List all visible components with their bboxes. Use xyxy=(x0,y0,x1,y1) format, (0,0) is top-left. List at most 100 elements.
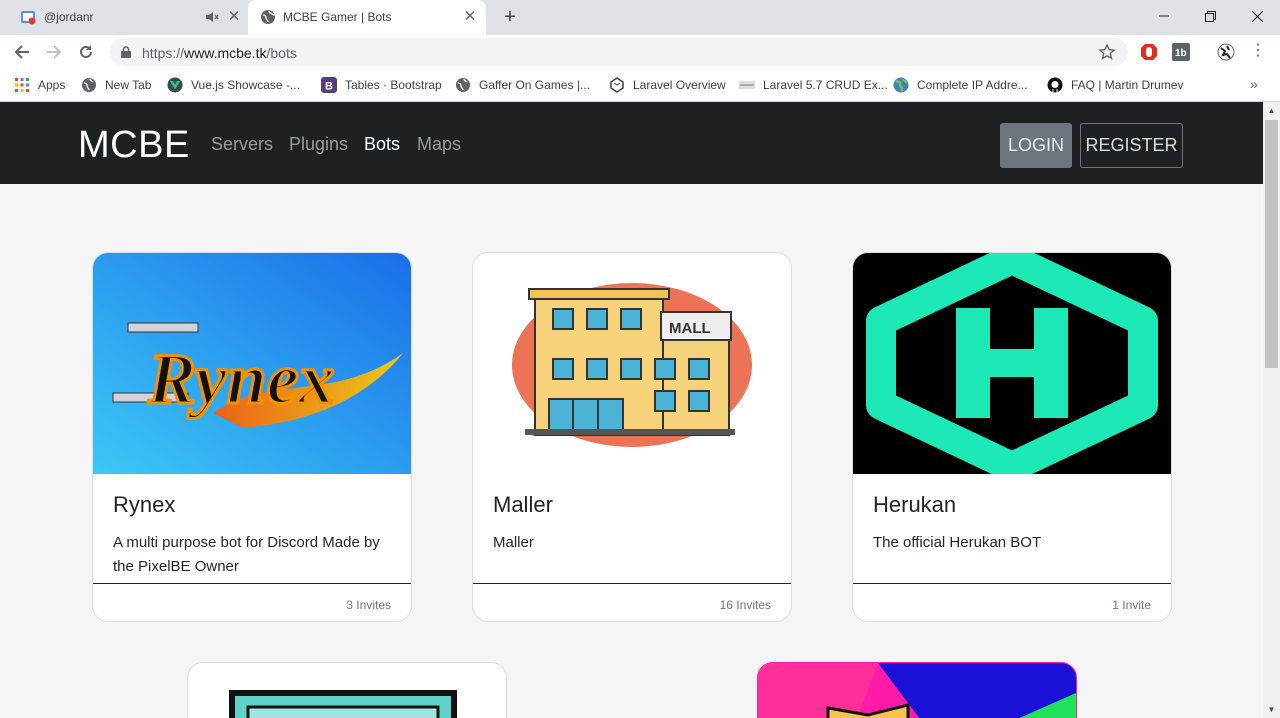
invite-count: 3 Invites xyxy=(346,598,391,612)
mall-sign-text: MALL xyxy=(669,320,711,337)
bot-image-rynex: Rynex xyxy=(93,253,411,474)
register-button[interactable]: REGISTER xyxy=(1080,123,1183,168)
nav-link-plugins[interactable]: Plugins xyxy=(289,134,348,155)
globe-icon xyxy=(261,10,276,24)
scroll-down-arrow-icon[interactable]: ▼ xyxy=(1267,705,1276,714)
more-bookmarks-chevron-icon[interactable]: » xyxy=(1250,76,1258,92)
bootstrap-icon: B xyxy=(321,77,337,93)
bookmark-label: Laravel 5.7 CRUD Ex... xyxy=(763,78,888,92)
bookmark-complete-ip[interactable]: Complete IP Addre... xyxy=(893,77,1028,93)
nav-link-bots[interactable]: Bots xyxy=(364,134,400,155)
bookmark-label: Tables · Bootstrap xyxy=(345,78,442,92)
adblock-icon[interactable] xyxy=(1140,43,1158,61)
bot-name[interactable]: Maller xyxy=(493,492,553,518)
bookmark-laravel-overview[interactable]: Laravel Overview xyxy=(609,77,726,93)
restore-button[interactable] xyxy=(1187,0,1233,32)
svg-text:B: B xyxy=(325,81,333,93)
bookmark-label: FAQ | Martin Drumev xyxy=(1071,78,1184,92)
bot-name[interactable]: Rynex xyxy=(113,492,175,518)
bot-card-herukan[interactable]: Herukan The official Herukan BOT 1 Invit… xyxy=(852,252,1172,622)
earth-icon xyxy=(893,77,909,93)
bookmark-label: Laravel Overview xyxy=(633,78,726,92)
kebab-menu-icon[interactable]: ⋮ xyxy=(1250,43,1266,61)
scroll-up-arrow-icon[interactable]: ▲ xyxy=(1267,106,1276,115)
bookmarks-bar: Apps New Tab Vue.js Showcase -... B Tabl… xyxy=(0,69,1280,102)
globe-icon xyxy=(82,78,96,92)
bot-image-herukan xyxy=(853,253,1171,474)
forward-button[interactable] xyxy=(42,40,66,64)
new-tab-button[interactable]: + xyxy=(499,6,521,28)
close-icon xyxy=(1251,10,1263,22)
nav-link-maps[interactable]: Maps xyxy=(417,134,461,155)
bookmark-vue-showcase[interactable]: Vue.js Showcase -... xyxy=(167,77,300,93)
minimize-button[interactable] xyxy=(1141,0,1187,32)
bookmark-star-icon[interactable] xyxy=(1098,43,1116,61)
close-window-button[interactable] xyxy=(1234,0,1280,32)
page-viewport: MCBE Servers Plugins Bots Maps LOGIN REG… xyxy=(0,102,1263,718)
extension-1b-icon[interactable]: 1b xyxy=(1172,43,1190,61)
browser-toolbar: https://www.mcbe.tk/bots 1b ⋮ xyxy=(0,35,1280,69)
bookmark-laravel-crud[interactable]: Laravel 5.7 CRUD Ex... xyxy=(739,77,888,93)
github-icon xyxy=(1047,77,1063,93)
bot-name[interactable]: Herukan xyxy=(873,492,956,518)
bookmark-gaffer-on-games[interactable]: Gaffer On Games |... xyxy=(455,77,590,93)
tab-title: @jordanr xyxy=(44,10,94,24)
site-icon xyxy=(739,81,755,89)
card-footer: 1 Invite xyxy=(853,583,1171,621)
scrollbar-thumb[interactable] xyxy=(1265,120,1278,368)
bot-description: The official Herukan BOT xyxy=(873,534,1042,551)
close-icon[interactable]: ✕ xyxy=(462,9,478,25)
bookmark-faq-martin[interactable]: FAQ | Martin Drumev xyxy=(1047,77,1183,93)
close-icon[interactable]: ✕ xyxy=(226,9,242,25)
mall-building-image: MALL xyxy=(473,253,791,474)
svg-text:1b: 1b xyxy=(1175,48,1187,59)
lock-icon xyxy=(121,46,131,58)
rynex-logo-image: Rynex xyxy=(93,253,411,474)
profile-avatar-icon[interactable] xyxy=(1217,43,1235,61)
invite-count: 1 Invite xyxy=(1112,598,1151,612)
bookmark-apps[interactable]: Apps xyxy=(14,77,65,93)
youtube-live-icon xyxy=(21,11,36,25)
tab-jordanr[interactable]: @jordanr ✕ xyxy=(8,0,248,35)
vue-icon xyxy=(167,77,183,93)
page-scrollbar[interactable]: ▲ ▼ xyxy=(1263,102,1280,718)
bot-card-maller[interactable]: MALL Maller Maller 16 Invites xyxy=(472,252,792,622)
site-navbar: MCBE Servers Plugins Bots Maps LOGIN REG… xyxy=(0,102,1263,184)
site-brand[interactable]: MCBE xyxy=(78,124,190,167)
bookmark-label: Vue.js Showcase -... xyxy=(191,78,300,92)
reload-button[interactable] xyxy=(74,40,98,64)
reload-icon xyxy=(80,45,92,58)
restore-icon xyxy=(1204,10,1216,22)
bot-image-maller: MALL xyxy=(473,253,791,474)
invite-count: 16 Invites xyxy=(719,598,771,612)
bookmark-tables-bootstrap[interactable]: B Tables · Bootstrap xyxy=(321,77,442,93)
arrow-left-icon xyxy=(14,45,29,59)
address-bar[interactable]: https://www.mcbe.tk/bots xyxy=(110,38,1128,66)
laravel-icon xyxy=(610,77,624,93)
nav-link-servers[interactable]: Servers xyxy=(211,134,273,155)
bot-card-rynex[interactable]: Rynex Rynex A multi purpose bot for Disc… xyxy=(92,252,412,622)
tab-strip: @jordanr ✕ MCBE Gamer | Bots ✕ + xyxy=(0,0,1280,35)
bookmark-label: New Tab xyxy=(105,78,152,92)
card-footer: 16 Invites xyxy=(473,583,791,621)
bot-image-partial-2 xyxy=(758,663,1076,718)
bookmark-label: Complete IP Addre... xyxy=(917,78,1028,92)
speaker-muted-icon[interactable] xyxy=(204,9,220,25)
bot-card-partial-2[interactable] xyxy=(757,662,1077,718)
card-footer: 3 Invites xyxy=(93,583,411,621)
tab-title: MCBE Gamer | Bots xyxy=(283,10,392,24)
arrow-right-icon xyxy=(47,45,62,59)
bookmark-label: Apps xyxy=(38,78,66,92)
bookmark-new-tab[interactable]: New Tab xyxy=(81,77,151,93)
bot-description: A multi purpose bot for Discord Made by … xyxy=(113,534,380,575)
back-button[interactable] xyxy=(10,40,34,64)
login-button[interactable]: LOGIN xyxy=(1000,123,1072,168)
bot-card-partial-1[interactable] xyxy=(187,662,507,718)
tab-mcbe-bots[interactable]: MCBE Gamer | Bots ✕ xyxy=(248,0,486,35)
bot-description: Maller xyxy=(493,534,534,551)
minimize-icon xyxy=(1159,15,1169,17)
globe-icon xyxy=(456,78,470,92)
url-text: https://www.mcbe.tk/bots xyxy=(142,45,297,61)
apps-grid-icon xyxy=(15,78,29,92)
bot-image-partial-1 xyxy=(188,663,506,718)
